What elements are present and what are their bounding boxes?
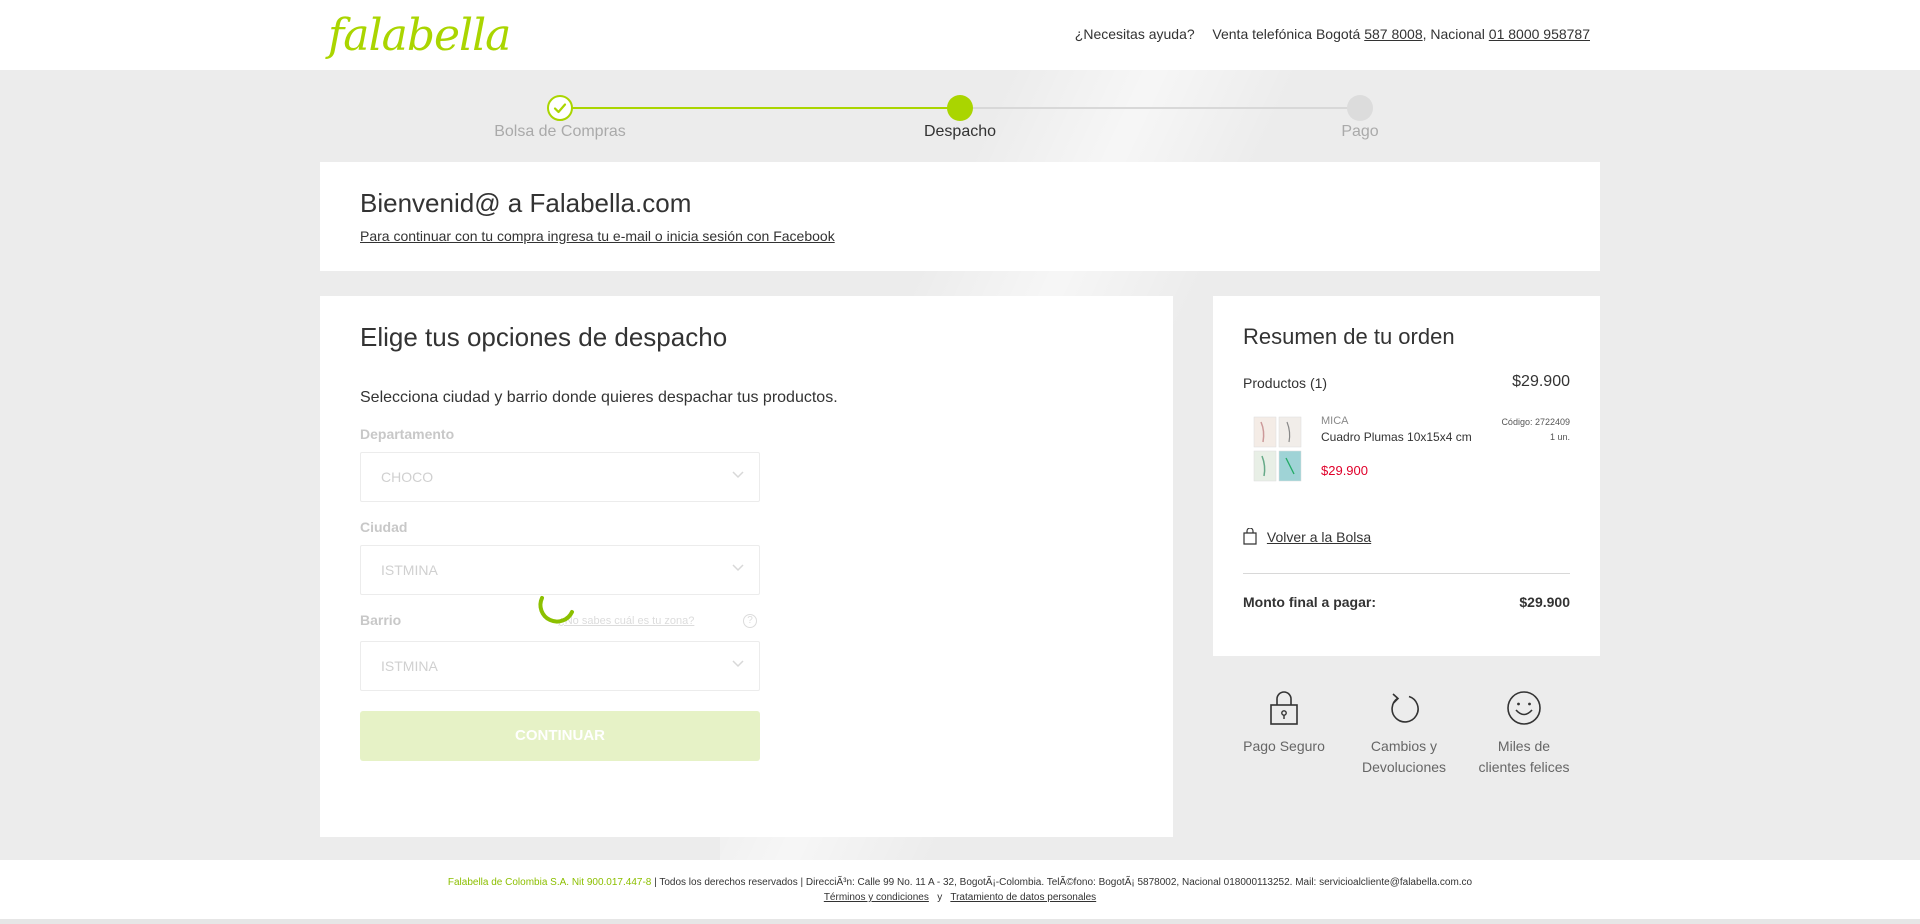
product-brand: MICA (1321, 415, 1349, 427)
lock-icon (1270, 691, 1298, 725)
loading-spinner-icon (538, 596, 574, 624)
total-value: $29.900 (1519, 594, 1570, 610)
product-code-qty: Código: 2722409 1 un. (1501, 415, 1570, 445)
welcome-card: Bienvenid@ a Falabella.com Para continua… (320, 162, 1600, 271)
site-footer: Falabella de Colombia S.A. Nit 900.017.4… (0, 860, 1920, 924)
barrio-label: Barrio (360, 612, 402, 628)
product-qty: 1 un. (1549, 432, 1570, 442)
summary-divider (1243, 573, 1570, 574)
footer-and: y (937, 892, 943, 903)
badge-label-line2: Devoluciones (1361, 759, 1447, 775)
bottom-bar (0, 919, 1920, 924)
falabella-logo[interactable]: falabella (328, 14, 511, 58)
back-to-bag-link[interactable]: Volver a la Bolsa (1243, 527, 1372, 545)
chevron-down-icon (732, 564, 744, 572)
product-name[interactable]: Cuadro Plumas 10x15x4 cm (1321, 430, 1472, 444)
footer-rights: | Todos los derechos reservados | Direcc… (654, 877, 1473, 888)
badge-secure-payment: Pago Seguro (1229, 690, 1339, 757)
shipping-title: Elige tus opciones de despacho (360, 322, 728, 352)
chevron-down-icon (732, 660, 744, 668)
continue-button[interactable]: CONTINUAR (360, 711, 760, 761)
national-phone-link[interactable]: 01 8000 958787 (1489, 26, 1590, 42)
products-count: (1) (1309, 375, 1328, 391)
products-count-row: Productos (1) (1243, 375, 1327, 391)
national-prefix: , Nacional (1422, 26, 1485, 42)
city-value: ISTMINA (381, 562, 438, 578)
shipping-description: Selecciona ciudad y barrio donde quieres… (360, 389, 838, 406)
department-label: Departamento (360, 426, 455, 442)
barrio-value: ISTMINA (381, 658, 438, 674)
terms-link[interactable]: Términos y condiciones (824, 892, 929, 903)
checkout-stepper: Bolsa de Compras Despacho Pago (0, 70, 1920, 160)
help-contact: ¿Necesitas ayuda? Venta telefónica Bogot… (1075, 26, 1590, 42)
badge-label-line1: Miles de (1497, 738, 1551, 754)
step-done-check-icon[interactable] (547, 95, 573, 121)
welcome-title: Bienvenid@ a Falabella.com (360, 188, 692, 218)
refresh-icon (1391, 693, 1419, 723)
city-label: Ciudad (360, 519, 408, 535)
department-select[interactable]: CHOCO (360, 452, 760, 502)
badge-label-line2: clientes felices (1478, 759, 1570, 775)
order-summary-card: Resumen de tu orden Productos (1) $29.90… (1213, 296, 1600, 656)
site-header: falabella ¿Necesitas ayuda? Venta telefó… (0, 0, 1920, 70)
step-active-dot (947, 95, 973, 121)
department-value: CHOCO (381, 469, 434, 485)
badge-label-line1: Cambios y (1370, 738, 1438, 754)
step-label-payment: Pago (1341, 123, 1379, 140)
help-question-icon[interactable]: ? (743, 614, 757, 628)
shopping-bag-icon (1243, 527, 1257, 545)
step-pending-dot (1347, 95, 1373, 121)
barrio-select[interactable]: ISTMINA (360, 641, 760, 691)
badge-happy-clients: Miles de clientes felices (1469, 690, 1579, 778)
chevron-down-icon (732, 471, 744, 479)
footer-legal: Falabella de Colombia S.A. Nit 900.017.4… (0, 877, 1920, 888)
footer-links: Términos y condiciones y Tratamiento de … (0, 892, 1920, 903)
shipping-card: Elige tus opciones de despacho Seleccion… (320, 296, 1173, 837)
badge-returns: Cambios y Devoluciones (1349, 690, 1459, 778)
phone-prefix: Venta telefónica Bogotá (1212, 26, 1361, 42)
step-line-pending (960, 107, 1360, 109)
step-label-shipping: Despacho (923, 123, 997, 140)
step-line-done (560, 107, 960, 109)
login-link[interactable]: Para continuar con tu compra ingresa tu … (360, 228, 835, 244)
summary-title: Resumen de tu orden (1243, 324, 1455, 349)
step-label-bag[interactable]: Bolsa de Compras (460, 123, 660, 141)
footer-company: Falabella de Colombia S.A. Nit 900.017.4… (447, 877, 652, 888)
product-price: $29.900 (1321, 463, 1368, 478)
product-code: Código: 2722409 (1501, 417, 1570, 427)
badge-label-line1: Pago Seguro (1243, 738, 1325, 754)
back-to-bag-label: Volver a la Bolsa (1266, 529, 1372, 545)
bogota-phone-link[interactable]: 587 8008 (1364, 26, 1422, 42)
total-label: Monto final a pagar: (1243, 594, 1376, 610)
privacy-link[interactable]: Tratamiento de datos personales (950, 892, 1096, 903)
help-text: ¿Necesitas ayuda? (1074, 26, 1195, 42)
product-thumbnail[interactable] (1253, 416, 1303, 482)
smile-icon (1507, 691, 1541, 725)
products-label: Productos (1243, 375, 1307, 391)
products-total: $29.900 (1512, 373, 1570, 390)
